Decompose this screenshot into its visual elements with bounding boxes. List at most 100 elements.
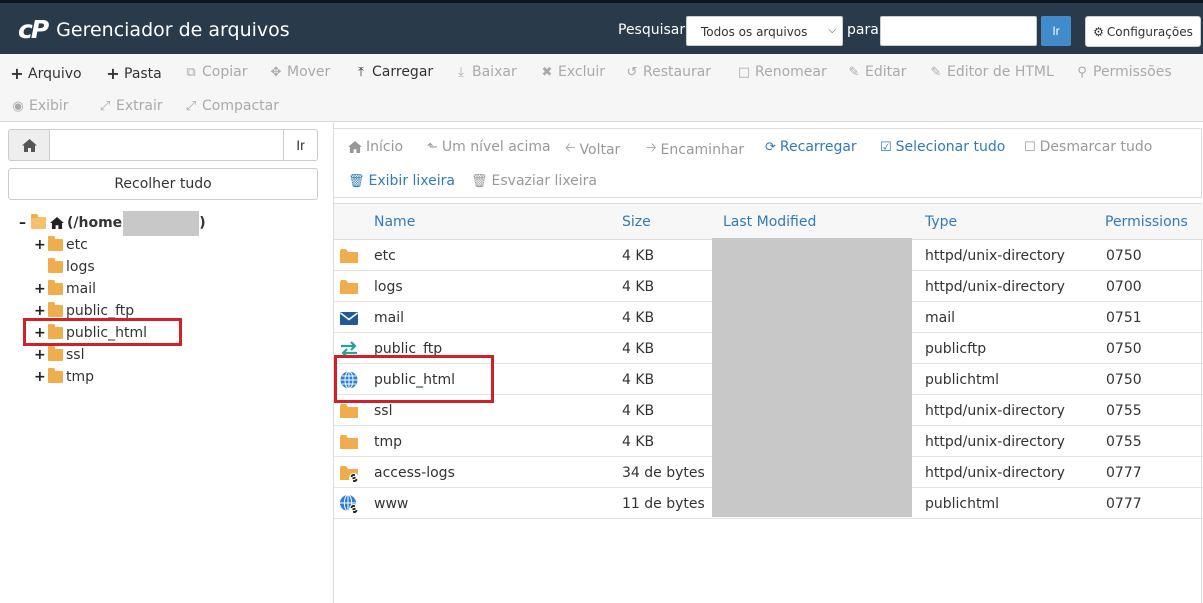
file-name[interactable]: mail xyxy=(374,310,404,326)
back-button[interactable]: 🡠 Voltar xyxy=(565,139,620,161)
move-button[interactable]: ✥ Mover xyxy=(269,64,331,80)
arrow-left-icon: 🡠 xyxy=(565,141,576,156)
action-toolbar: + Arquivo + Pasta ⧉ Copiar ✥ Mover ⤒ Car… xyxy=(0,54,1203,122)
search-scope-select[interactable]: Todos os arquivos ⌵ xyxy=(686,16,843,46)
file-name[interactable]: logs xyxy=(374,279,403,295)
view-trash-label: Exibir lixeira xyxy=(368,173,455,189)
tree-item-label: tmp xyxy=(66,369,95,385)
file-size: 4 KB xyxy=(622,341,655,357)
delete-button[interactable]: ✖ Excluir xyxy=(540,64,605,80)
expand-toggle-icon[interactable]: + xyxy=(34,237,46,253)
refresh-icon: ⟳ xyxy=(765,139,776,155)
up-level-button[interactable]: ⬑ Um nível acima xyxy=(427,139,551,155)
folder-icon xyxy=(48,280,63,295)
search-go-button[interactable]: Ir xyxy=(1041,16,1071,46)
tree-item-logs[interactable]: logs xyxy=(34,256,95,278)
tree-home-button[interactable] xyxy=(8,129,50,161)
brand: cP Gerenciador de arquivos xyxy=(18,17,290,42)
file-permissions: 0750 xyxy=(1106,341,1142,357)
view-button[interactable]: ◉ Exibir xyxy=(11,98,68,114)
globe-link-icon xyxy=(339,494,359,514)
file-type: mail xyxy=(925,310,955,326)
gear-icon: ⚙ xyxy=(1093,24,1104,39)
edit-button[interactable]: ✎ Editar xyxy=(847,64,907,80)
upload-button[interactable]: ⤒ Carregar xyxy=(354,64,433,80)
trash-icon: 🗑 xyxy=(471,173,488,189)
forward-button[interactable]: 🡢 Encaminhar xyxy=(646,139,744,161)
file-name[interactable]: ssl xyxy=(374,403,392,419)
column-header-type[interactable]: Type xyxy=(925,214,957,230)
html-editor-button[interactable]: ✎ Editor de HTML xyxy=(929,64,1054,80)
search-scope-value: Todos os arquivos xyxy=(701,25,808,39)
tree-item-label: etc xyxy=(66,237,88,253)
expand-icon: ⤢ xyxy=(99,98,111,114)
new-folder-button[interactable]: + Pasta xyxy=(106,64,162,83)
column-header-permissions[interactable]: Permissions xyxy=(1105,214,1188,230)
tree-item-label: public_ftp xyxy=(66,303,135,319)
extract-button[interactable]: ⤢ Extrair xyxy=(98,98,163,114)
file-name[interactable]: etc xyxy=(374,248,396,264)
home-icon xyxy=(50,217,64,229)
view-trash-button[interactable]: 🗑 Exibir lixeira xyxy=(348,173,455,189)
edit-square-icon: ✎ xyxy=(930,64,942,80)
home-nav-label: Início xyxy=(366,139,404,155)
empty-trash-button[interactable]: 🗑 Esvaziar lixeira xyxy=(471,173,597,189)
folder-icon xyxy=(48,368,63,383)
move-arrows-icon: ✥ xyxy=(270,64,282,80)
copy-button[interactable]: ⧉ Copiar xyxy=(184,64,247,80)
cpanel-logo[interactable]: cP xyxy=(18,17,49,42)
download-button[interactable]: ⤓ Baixar xyxy=(454,64,517,80)
file-name[interactable]: access-logs xyxy=(374,465,455,481)
tree-go-button[interactable]: Ir xyxy=(283,129,318,161)
tree-root[interactable]: – (/home ) xyxy=(17,210,206,236)
up-level-label: Um nível acima xyxy=(441,139,551,155)
tree-item-etc[interactable]: + etc xyxy=(34,234,88,256)
copy-label: Copiar xyxy=(202,64,248,80)
file-size: 4 KB xyxy=(622,434,655,450)
collapse-all-button[interactable]: Recolher tudo xyxy=(8,168,318,200)
settings-label: Configurações xyxy=(1106,24,1193,39)
trash-icon: 🗑 xyxy=(348,173,365,189)
deselect-all-button[interactable]: ☐ Desmarcar tudo xyxy=(1024,139,1152,155)
file-icon: □ xyxy=(737,64,751,80)
redacted-last-modified-column xyxy=(712,238,912,517)
file-name[interactable]: www xyxy=(374,496,408,512)
tree-item-tmp[interactable]: + tmp xyxy=(34,366,94,388)
file-name[interactable]: tmp xyxy=(374,434,402,450)
column-header-last-modified[interactable]: Last Modified xyxy=(723,214,816,230)
settings-button[interactable]: ⚙ Configurações xyxy=(1085,16,1201,47)
column-header-size[interactable]: Size xyxy=(622,214,651,230)
search-input[interactable] xyxy=(880,16,1037,46)
folder-icon xyxy=(339,401,359,421)
download-label: Baixar xyxy=(472,64,517,80)
tree-path-input[interactable] xyxy=(49,129,284,161)
new-folder-label: Pasta xyxy=(124,65,162,82)
tree-item-ssl[interactable]: + ssl xyxy=(34,344,84,366)
collapse-toggle-icon[interactable]: – xyxy=(17,215,28,231)
file-size: 4 KB xyxy=(622,372,655,388)
redacted-username xyxy=(123,210,200,236)
rename-button[interactable]: □ Renomear xyxy=(737,64,827,80)
restore-button[interactable]: ↺ Restaurar xyxy=(625,64,712,80)
rename-label: Renomear xyxy=(755,64,827,80)
select-all-button[interactable]: ☑ Selecionar tudo xyxy=(880,139,1005,155)
expand-toggle-icon[interactable]: + xyxy=(34,281,46,297)
expand-toggle-icon[interactable]: + xyxy=(34,347,46,363)
tree-item-label: ssl xyxy=(66,347,85,363)
file-type: httpd/unix-directory xyxy=(925,403,1065,419)
file-size: 4 KB xyxy=(622,248,655,264)
home-icon xyxy=(22,138,37,152)
reload-button[interactable]: ⟳ Recarregar xyxy=(765,139,857,155)
key-icon: ⚲ xyxy=(1077,64,1087,80)
open-folder-icon xyxy=(31,214,46,229)
compress-button[interactable]: ⤢ Compactar xyxy=(184,98,279,114)
deselect-all-label: Desmarcar tudo xyxy=(1039,139,1153,155)
home-nav-button[interactable]: Início xyxy=(348,139,403,155)
new-file-button[interactable]: + Arquivo xyxy=(10,64,81,83)
column-header-name[interactable]: Name xyxy=(374,214,415,230)
permissions-label: Permissões xyxy=(1093,64,1172,80)
permissions-button[interactable]: ⚲ Permissões xyxy=(1075,64,1172,80)
expand-toggle-icon[interactable]: + xyxy=(34,369,46,385)
tree-item-mail[interactable]: + mail xyxy=(34,278,96,300)
expand-toggle-icon[interactable]: + xyxy=(34,303,46,319)
